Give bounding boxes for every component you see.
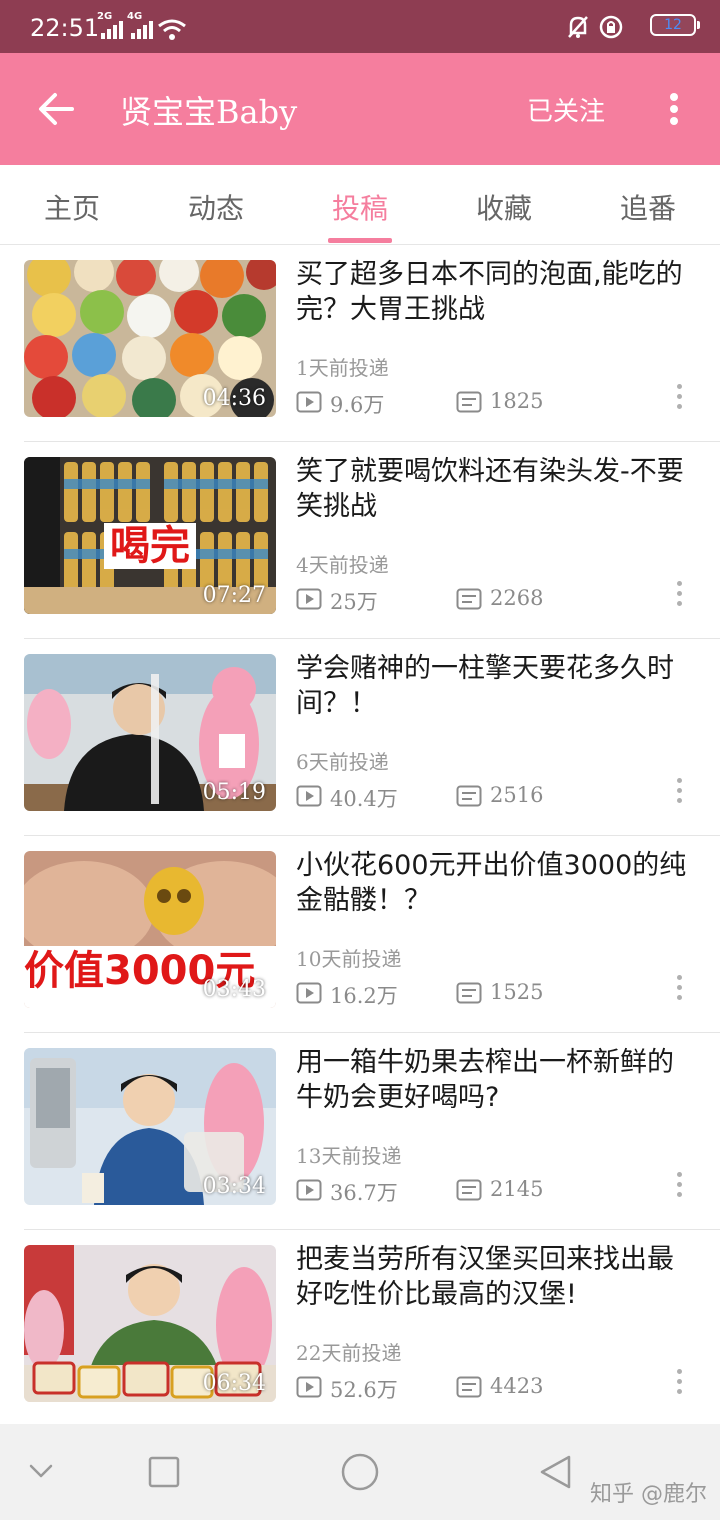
video-item[interactable]: 03:34 用一箱牛奶果去榨出一杯新鲜的牛奶会更好喝吗? 13天前投递 36.7… [0, 1033, 720, 1230]
comment-count-value: 1825 [490, 389, 544, 413]
video-item[interactable]: 喝完 07:27 笑了就要喝饮料还有染头发-不要笑挑战 4天前投递 25万 22… [0, 442, 720, 639]
video-thumbnail[interactable]: 04:36 [24, 260, 276, 417]
comment-count-value: 2516 [490, 783, 544, 807]
danmaku-icon [456, 1376, 482, 1398]
chevron-down-icon[interactable] [28, 1462, 54, 1480]
rotation-lock-icon [599, 15, 623, 39]
video-item[interactable]: 05:19 学会赌神的一柱擎天要花多久时间？！ 6天前投递 40.4万 2516 [0, 639, 720, 836]
item-more-icon[interactable] [670, 973, 690, 1003]
tab-home[interactable]: 主页 [12, 187, 132, 227]
item-more-icon[interactable] [670, 382, 690, 412]
view-count-value: 40.4万 [330, 787, 398, 811]
status-time: 22:51 [30, 14, 100, 42]
signal-2g-icon: 2G [97, 11, 125, 43]
back-triangle-icon[interactable] [538, 1454, 574, 1490]
view-count-value: 16.2万 [330, 984, 398, 1008]
video-stats: 52.6万 4423 [296, 1373, 676, 1403]
battery-indicator: 12 [650, 14, 700, 36]
video-thumbnail[interactable]: 价值3000元 03:43 [24, 851, 276, 1008]
follow-button[interactable]: 已关注 [527, 91, 605, 128]
view-count-value: 36.7万 [330, 1181, 398, 1205]
toolbar: 贤宝宝Baby 已关注 [0, 53, 720, 165]
video-stats: 40.4万 2516 [296, 782, 676, 812]
play-count-icon [296, 391, 322, 413]
wifi-icon [158, 19, 186, 40]
tab-favorites[interactable]: 收藏 [444, 187, 564, 227]
video-post-time: 13天前投递 [296, 1144, 402, 1168]
video-duration: 06:34 [202, 1371, 266, 1396]
video-post-time: 4天前投递 [296, 553, 389, 577]
play-count-icon [296, 588, 322, 610]
mute-bell-icon [568, 16, 588, 38]
comment-count-value: 2268 [490, 586, 544, 610]
danmaku-icon [456, 982, 482, 1004]
video-thumbnail[interactable]: 06:34 [24, 1245, 276, 1402]
tab-active-indicator [328, 238, 392, 243]
video-item[interactable]: 06:34 把麦当劳所有汉堡买回来找出最好吃性价比最高的汉堡! 22天前投递 5… [0, 1230, 720, 1427]
video-duration: 05:19 [202, 780, 266, 805]
item-more-icon[interactable] [670, 579, 690, 609]
comment-count-value: 1525 [490, 980, 544, 1004]
video-item[interactable]: 04:36 买了超多日本不同的泡面,能吃的完？大胃王挑战 1天前投递 9.6万 … [0, 245, 720, 442]
video-duration: 04:36 [202, 386, 266, 411]
play-count-icon [296, 982, 322, 1004]
watermark: 知乎 @鹿尔 [590, 1482, 707, 1507]
video-thumbnail[interactable]: 喝完 07:27 [24, 457, 276, 614]
video-stats: 16.2万 1525 [296, 979, 676, 1009]
play-count-icon [296, 1179, 322, 1201]
view-count-value: 9.6万 [330, 393, 385, 417]
video-title[interactable]: 笑了就要喝饮料还有染头发-不要笑挑战 [296, 454, 696, 524]
danmaku-icon [456, 1179, 482, 1201]
item-more-icon[interactable] [670, 776, 690, 806]
item-more-icon[interactable] [670, 1170, 690, 1200]
play-count-icon [296, 1376, 322, 1398]
video-post-time: 1天前投递 [296, 356, 389, 380]
more-menu-icon[interactable] [656, 87, 692, 131]
view-count-value: 52.6万 [330, 1378, 398, 1402]
video-thumbnail[interactable]: 03:34 [24, 1048, 276, 1205]
home-icon[interactable] [340, 1452, 380, 1492]
tab-activity[interactable]: 动态 [156, 187, 276, 227]
tab-uploads[interactable]: 投稿 [300, 187, 420, 227]
danmaku-icon [456, 391, 482, 413]
danmaku-icon [456, 588, 482, 610]
video-post-time: 10天前投递 [296, 947, 402, 971]
video-thumbnail[interactable]: 05:19 [24, 654, 276, 811]
tab-bangumi[interactable]: 追番 [588, 187, 708, 227]
thumbnail-overlay-text: 喝完 [104, 523, 196, 569]
comment-count-value: 2145 [490, 1177, 544, 1201]
page-title: 贤宝宝Baby [120, 93, 298, 131]
signal-4g-icon: 4G [127, 11, 155, 43]
video-stats: 36.7万 2145 [296, 1176, 676, 1206]
video-post-time: 22天前投递 [296, 1341, 402, 1365]
video-duration: 03:43 [202, 977, 266, 1002]
video-title[interactable]: 学会赌神的一柱擎天要花多久时间？！ [296, 651, 696, 721]
video-stats: 25万 2268 [296, 585, 676, 615]
video-post-time: 6天前投递 [296, 750, 389, 774]
video-duration: 07:27 [202, 583, 266, 608]
play-count-icon [296, 785, 322, 807]
video-title[interactable]: 买了超多日本不同的泡面,能吃的完？大胃王挑战 [296, 257, 696, 327]
comment-count-value: 4423 [490, 1374, 544, 1398]
recent-apps-icon[interactable] [148, 1456, 180, 1488]
back-arrow-icon[interactable] [30, 83, 82, 135]
video-duration: 03:34 [202, 1174, 266, 1199]
tab-bar: 主页 动态 投稿 收藏 追番 [0, 165, 720, 245]
danmaku-icon [456, 785, 482, 807]
status-bar: 22:51 2G 4G 12 [0, 0, 720, 53]
item-more-icon[interactable] [670, 1367, 690, 1397]
video-title[interactable]: 把麦当劳所有汉堡买回来找出最好吃性价比最高的汉堡! [296, 1242, 696, 1312]
view-count-value: 25万 [330, 590, 378, 614]
video-title[interactable]: 用一箱牛奶果去榨出一杯新鲜的牛奶会更好喝吗? [296, 1045, 696, 1115]
video-stats: 9.6万 1825 [296, 388, 676, 418]
video-item[interactable]: 价值3000元 03:43 小伙花600元开出价值3000的纯金骷髅！？ 10天… [0, 836, 720, 1033]
video-title[interactable]: 小伙花600元开出价值3000的纯金骷髅！？ [296, 848, 696, 918]
